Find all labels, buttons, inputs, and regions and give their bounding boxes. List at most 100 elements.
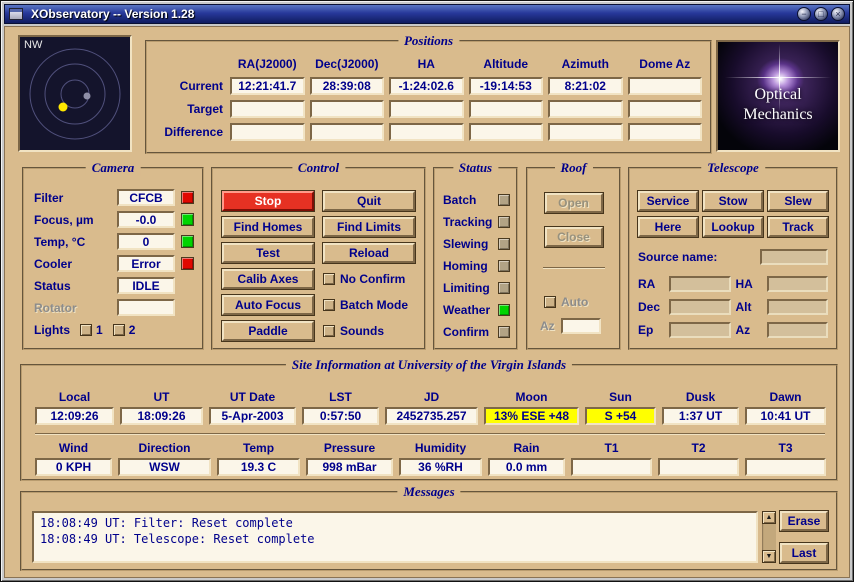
positions-group-title: Positions <box>398 33 459 49</box>
pressure-field: 998 mBar <box>306 458 393 476</box>
roof-open-button[interactable]: Open <box>545 193 603 213</box>
status-group: Status Batch Tracking Slewing Homing <box>433 167 518 350</box>
t2-column: T2 <box>658 441 739 476</box>
wind-column: Wind 0 KPH <box>35 441 112 476</box>
site-info-group-title: Site Information at University of the Vi… <box>286 357 572 373</box>
difference-altitude-field <box>469 123 544 141</box>
direction-field: WSW <box>118 458 211 476</box>
last-button[interactable]: Last <box>780 543 828 563</box>
moon-field: 13% ESE +48 <box>484 407 579 425</box>
t2-field <box>658 458 739 476</box>
reload-button[interactable]: Reload <box>323 243 415 263</box>
up-arrow-icon: ▲ <box>766 514 773 521</box>
test-button[interactable]: Test <box>222 243 314 263</box>
sky-chart <box>20 37 130 150</box>
scroll-down-button[interactable]: ▼ <box>762 550 776 563</box>
message-line: 18:08:49 UT: Telescope: Reset complete <box>40 531 750 547</box>
wind-header: Wind <box>35 441 112 455</box>
light-1-checkbox[interactable] <box>80 324 92 336</box>
light-2-checkbox[interactable] <box>113 324 125 336</box>
ha-field[interactable] <box>767 276 829 292</box>
close-button[interactable]: × <box>831 7 845 21</box>
alt-field[interactable] <box>767 299 829 315</box>
app-window: XObservatory -- Version 1.28 − □ × NW Po… <box>0 0 854 582</box>
homing-status-row: Homing <box>443 257 510 274</box>
track-button[interactable]: Track <box>768 217 828 237</box>
no-confirm-checkbox[interactable] <box>323 273 335 285</box>
ep-field[interactable] <box>669 322 731 338</box>
auto-focus-button[interactable]: Auto Focus <box>222 295 314 315</box>
target-ha-field[interactable] <box>389 100 464 118</box>
here-button[interactable]: Here <box>638 217 698 237</box>
sounds-checkbox[interactable] <box>323 325 335 337</box>
target-azimuth-field[interactable] <box>548 100 623 118</box>
focus-field[interactable]: -0.0 <box>117 211 175 228</box>
maximize-icon: □ <box>818 10 823 19</box>
stow-button[interactable]: Stow <box>703 191 763 211</box>
stop-button[interactable]: Stop <box>222 191 314 211</box>
titlebar[interactable]: XObservatory -- Version 1.28 − □ × <box>4 4 850 24</box>
messages-group-title: Messages <box>397 484 460 500</box>
service-button[interactable]: Service <box>638 191 698 211</box>
weather-status-indicator <box>498 304 510 316</box>
erase-button[interactable]: Erase <box>780 511 828 531</box>
maximize-button[interactable]: □ <box>814 7 828 21</box>
filter-field[interactable]: CFCB <box>117 189 175 206</box>
scroll-up-button[interactable]: ▲ <box>762 511 776 524</box>
az-field[interactable] <box>767 322 829 338</box>
rotator-label: Rotator <box>34 301 77 315</box>
filter-row: Filter CFCB <box>34 189 194 206</box>
window-icon[interactable] <box>9 8 23 20</box>
titlebar-buttons: − □ × <box>797 7 845 21</box>
batch-mode-checkbox[interactable] <box>323 299 335 311</box>
ra-field[interactable] <box>669 276 731 292</box>
moon-header: Moon <box>484 390 579 404</box>
batch-status-row: Batch <box>443 191 510 208</box>
slewing-status-label: Slewing <box>443 237 488 251</box>
target-ra-field[interactable] <box>230 100 305 118</box>
lights-row: Lights 1 2 <box>34 321 194 338</box>
roof-close-button[interactable]: Close <box>545 227 603 247</box>
homing-status-label: Homing <box>443 259 488 273</box>
direction-header: Direction <box>118 441 211 455</box>
lookup-button[interactable]: Lookup <box>703 217 763 237</box>
sun-column: Sun S +54 <box>585 390 656 425</box>
difference-ha-field <box>389 123 464 141</box>
rotator-field <box>117 299 175 316</box>
column-header-azimuth: Azimuth <box>548 57 623 71</box>
temp-field[interactable]: 0 <box>117 233 175 250</box>
minimize-button[interactable]: − <box>797 7 811 21</box>
dec-field[interactable] <box>669 299 731 315</box>
roof-az-field[interactable] <box>561 318 601 334</box>
close-icon: × <box>835 10 840 19</box>
dusk-column: Dusk 1:37 UT <box>662 390 739 425</box>
difference-dome-az-field <box>628 123 703 141</box>
homing-status-indicator <box>498 260 510 272</box>
site-info-group: Site Information at University of the Vi… <box>20 364 838 481</box>
humidity-header: Humidity <box>399 441 482 455</box>
target-altitude-field[interactable] <box>469 100 544 118</box>
confirm-status-label: Confirm <box>443 325 489 339</box>
paddle-button[interactable]: Paddle <box>222 321 314 341</box>
cooler-indicator <box>181 257 194 270</box>
sun-header: Sun <box>585 390 656 404</box>
lst-header: LST <box>302 390 379 404</box>
target-dec-field[interactable] <box>310 100 385 118</box>
source-name-field[interactable] <box>760 249 828 265</box>
limiting-status-indicator <box>498 282 510 294</box>
find-limits-button[interactable]: Find Limits <box>323 217 415 237</box>
jd-field: 2452735.257 <box>385 407 478 425</box>
ep-label: Ep <box>638 323 664 337</box>
quit-button[interactable]: Quit <box>323 191 415 211</box>
difference-dec-field <box>310 123 385 141</box>
messages-scrollbar[interactable]: ▲ ▼ <box>762 511 776 563</box>
calib-axes-button[interactable]: Calib Axes <box>222 269 314 289</box>
roof-auto-checkbox[interactable] <box>544 296 556 308</box>
messages-textarea[interactable]: 18:08:49 UT: Filter: Reset complete 18:0… <box>32 511 758 563</box>
find-homes-button[interactable]: Find Homes <box>222 217 314 237</box>
tracking-status-row: Tracking <box>443 213 510 230</box>
target-dome-az-field[interactable] <box>628 100 703 118</box>
slew-button[interactable]: Slew <box>768 191 828 211</box>
t3-header: T3 <box>745 441 826 455</box>
sky-view[interactable]: NW <box>18 35 132 152</box>
